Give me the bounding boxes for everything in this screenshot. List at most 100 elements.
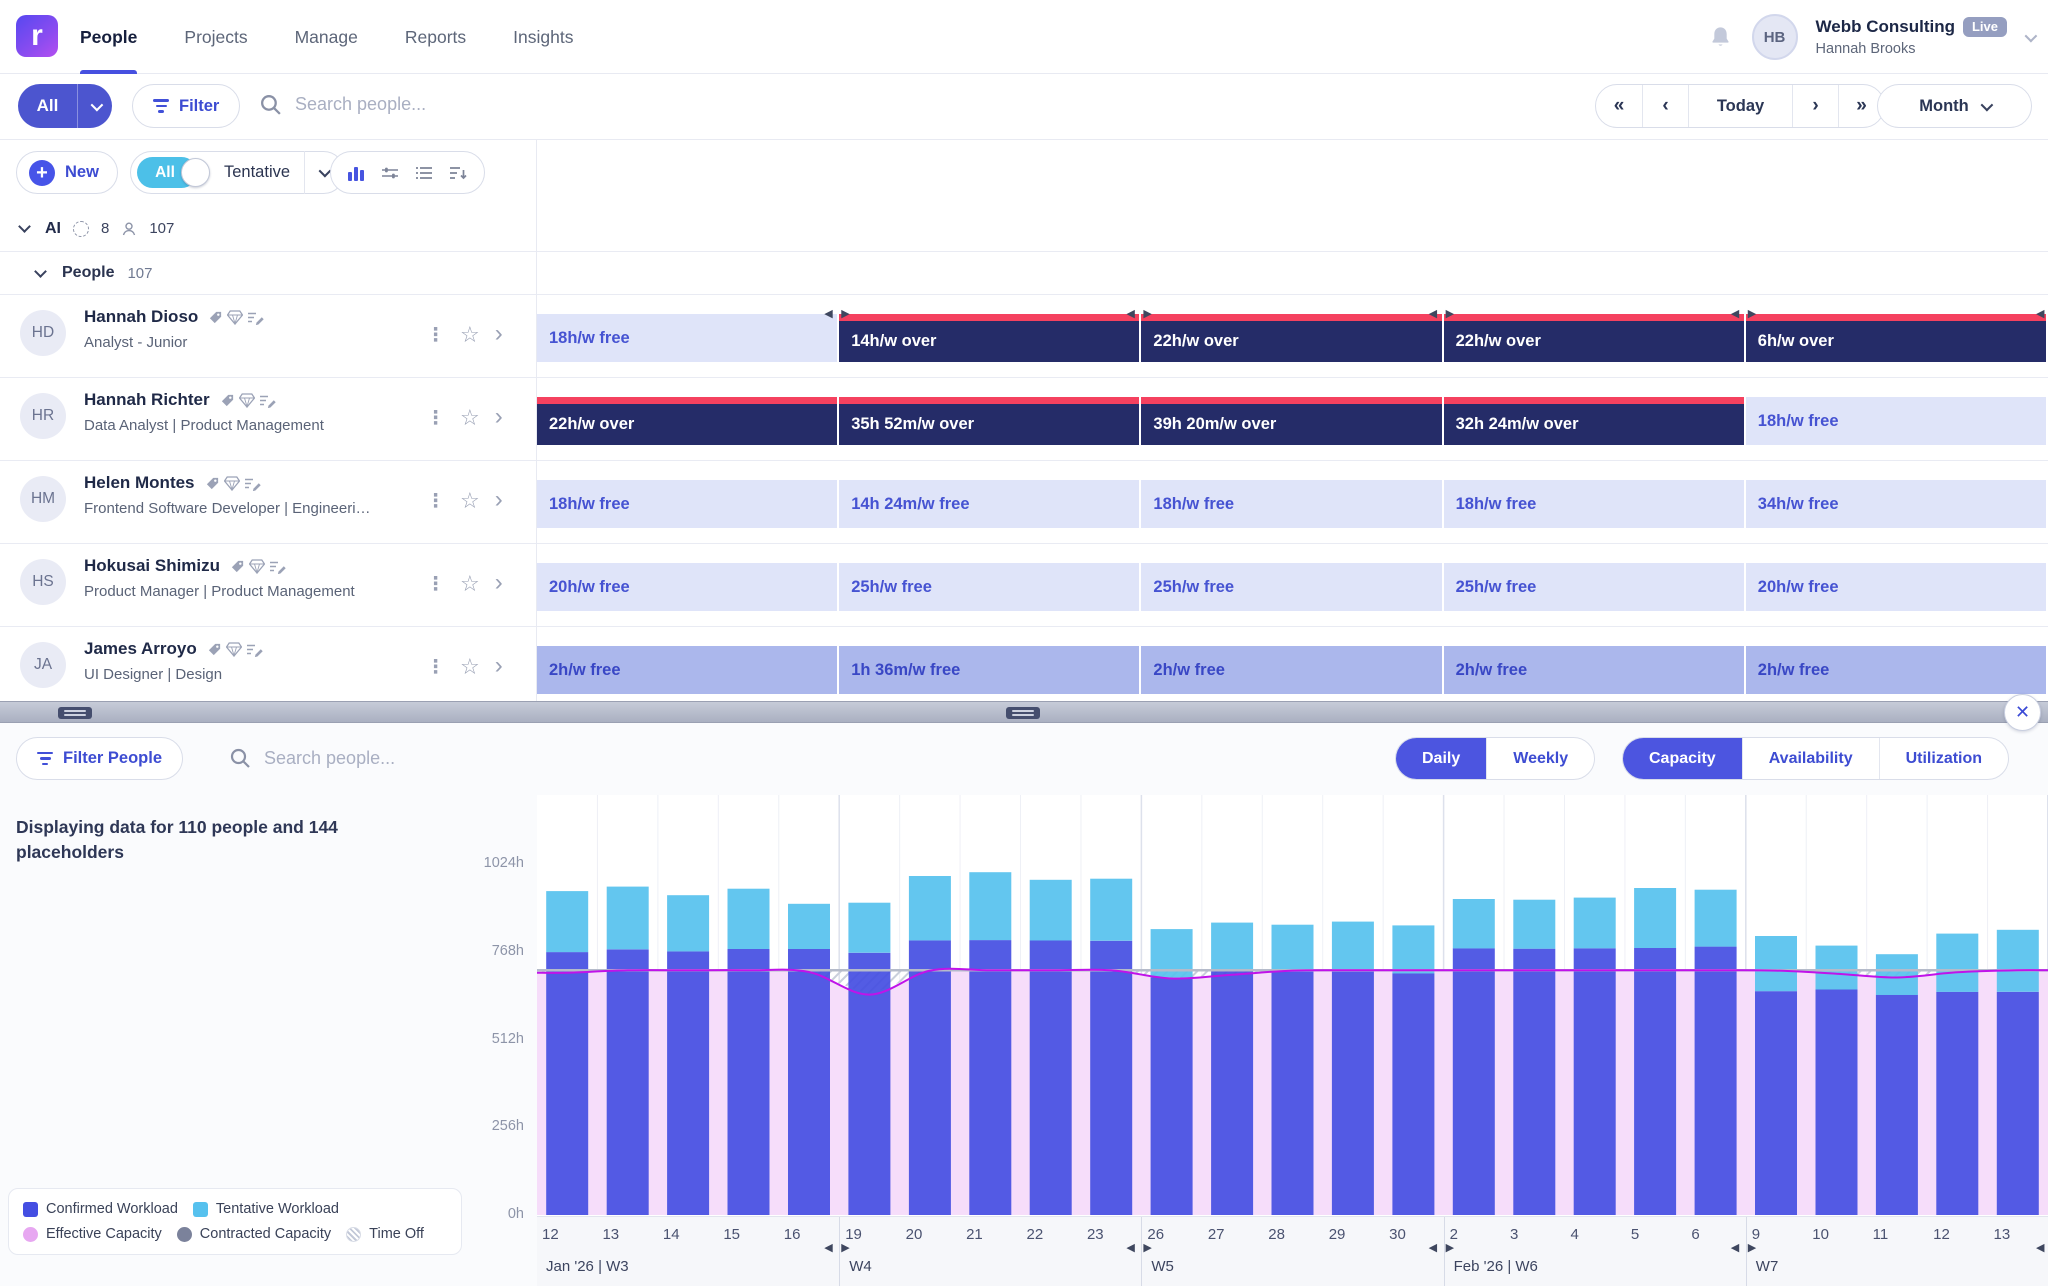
week-scroll-left-icon[interactable]: ◀ — [824, 1241, 833, 1254]
capacity-cell[interactable]: 14h 24m/w free — [839, 480, 1139, 528]
star-icon[interactable]: ☆ — [460, 571, 480, 597]
capacity-cell[interactable]: 34h/w free — [1746, 480, 2046, 528]
capacity-cell[interactable]: 22h/w over — [537, 397, 837, 445]
week-scroll-left-icon[interactable]: ◀ — [2036, 1241, 2045, 1254]
week-scroll-right-icon[interactable]: ▶ — [841, 307, 850, 320]
star-icon[interactable]: ☆ — [460, 322, 480, 348]
kebab-menu-icon[interactable]: ⋮ — [426, 573, 445, 596]
chevron-right-icon[interactable]: › — [495, 654, 503, 678]
tab-availability[interactable]: Availability — [1742, 738, 1879, 779]
capacity-cell[interactable]: 2h/w free — [1141, 646, 1441, 694]
week-scroll-right-icon[interactable]: ▶ — [1143, 1241, 1152, 1254]
sliders-icon[interactable] — [381, 165, 399, 181]
bar-chart-icon[interactable] — [347, 165, 365, 181]
capacity-cell[interactable]: 2h/w free — [1746, 646, 2046, 694]
person-row-hannah-dioso[interactable]: HDHannah DiosoAnalyst - Junior⋮☆›18h/w f… — [0, 295, 2048, 378]
person-name[interactable]: Hannah Dioso — [84, 307, 264, 327]
star-icon[interactable]: ☆ — [460, 405, 480, 431]
week-scroll-right-icon[interactable]: ▶ — [841, 1241, 850, 1254]
capacity-cell[interactable]: 39h 20m/w over — [1141, 397, 1441, 445]
new-button[interactable]: + New — [16, 151, 118, 194]
filter-button[interactable]: Filter — [132, 84, 240, 128]
capacity-cell[interactable]: 25h/w free — [1444, 563, 1744, 611]
capacity-cell[interactable]: 14h/w over — [839, 314, 1139, 362]
list-icon[interactable] — [415, 165, 433, 181]
capacity-cell[interactable]: 35h 52m/w over — [839, 397, 1139, 445]
capacity-cell[interactable]: 25h/w free — [1141, 563, 1441, 611]
capacity-cell[interactable]: 20h/w free — [537, 563, 837, 611]
person-name[interactable]: Hokusai Shimizu — [84, 556, 286, 576]
week-scroll-left-icon[interactable]: ◀ — [1126, 307, 1135, 320]
person-row-hannah-richter[interactable]: HRHannah RichterData Analyst | Product M… — [0, 378, 2048, 461]
tab-projects[interactable]: Projects — [184, 0, 247, 74]
splitter-grip[interactable] — [58, 707, 92, 719]
account-chevron-down-icon[interactable] — [2025, 29, 2038, 42]
capacity-cell[interactable]: 18h/w free — [1444, 480, 1744, 528]
tab-weekly[interactable]: Weekly — [1486, 738, 1594, 779]
tab-insights[interactable]: Insights — [513, 0, 573, 74]
view-granularity-select[interactable]: Month — [1877, 84, 2032, 128]
toggle-knob[interactable] — [181, 158, 210, 187]
chevron-right-icon[interactable]: › — [495, 405, 503, 429]
week-scroll-right-icon[interactable]: ▶ — [1748, 307, 1757, 320]
week-scroll-right-icon[interactable]: ▶ — [1446, 1241, 1455, 1254]
bell-icon[interactable] — [1707, 24, 1734, 51]
avatar[interactable]: HM — [20, 476, 66, 522]
search-input[interactable] — [295, 94, 625, 115]
chevron-right-icon[interactable]: › — [495, 571, 503, 595]
pager-first-button[interactable]: « — [1596, 85, 1642, 127]
pager-today-button[interactable]: Today — [1688, 85, 1792, 127]
tab-daily[interactable]: Daily — [1396, 738, 1486, 779]
capacity-cell[interactable]: 1h 36m/w free — [839, 646, 1139, 694]
sort-list-icon[interactable] — [449, 165, 468, 181]
chevron-right-icon[interactable]: › — [495, 488, 503, 512]
chevron-right-icon[interactable]: › — [495, 322, 503, 346]
tab-people[interactable]: People — [80, 0, 137, 74]
people-group-row[interactable]: People 107 — [0, 252, 2048, 295]
capacity-cell[interactable]: 22h/w over — [1444, 314, 1744, 362]
splitter-grip[interactable] — [1006, 707, 1040, 719]
capacity-cell[interactable]: 25h/w free — [839, 563, 1139, 611]
kebab-menu-icon[interactable]: ⋮ — [426, 656, 445, 679]
team-group-row[interactable]: AI 8 107 — [0, 206, 2048, 252]
panel-search-input[interactable] — [264, 748, 594, 769]
panel-splitter[interactable] — [0, 701, 2048, 723]
account-info[interactable]: Webb Consulting Live Hannah Brooks — [1816, 16, 2007, 57]
capacity-cell[interactable]: 20h/w free — [1746, 563, 2046, 611]
pager-prev-button[interactable]: ‹ — [1642, 85, 1688, 127]
week-scroll-left-icon[interactable]: ◀ — [2036, 307, 2045, 320]
week-scroll-left-icon[interactable]: ◀ — [1731, 1241, 1740, 1254]
avatar[interactable]: HS — [20, 559, 66, 605]
app-logo[interactable]: r — [16, 15, 58, 57]
tentative-toggle[interactable]: All Tentative — [130, 151, 345, 194]
tab-capacity[interactable]: Capacity — [1623, 738, 1742, 779]
capacity-cell[interactable]: 6h/w over — [1746, 314, 2046, 362]
kebab-menu-icon[interactable]: ⋮ — [426, 490, 445, 513]
person-row-hokusai-shimizu[interactable]: HSHokusai ShimizuProduct Manager | Produ… — [0, 544, 2048, 627]
week-scroll-left-icon[interactable]: ◀ — [1731, 307, 1740, 320]
tab-reports[interactable]: Reports — [405, 0, 466, 74]
tab-utilization[interactable]: Utilization — [1879, 738, 2008, 779]
capacity-cell[interactable]: 18h/w free — [1746, 397, 2046, 445]
capacity-cell[interactable]: 22h/w over — [1141, 314, 1441, 362]
week-scroll-right-icon[interactable]: ▶ — [1748, 1241, 1757, 1254]
scope-dropdown-button[interactable]: All — [18, 84, 112, 128]
capacity-cell[interactable]: 32h 24m/w over — [1444, 397, 1744, 445]
person-row-james-arroyo[interactable]: JAJames ArroyoUI Designer | Design⋮☆›2h/… — [0, 627, 2048, 701]
person-row-helen-montes[interactable]: HMHelen MontesFrontend Software Develope… — [0, 461, 2048, 544]
person-name[interactable]: Hannah Richter — [84, 390, 276, 410]
week-scroll-right-icon[interactable]: ▶ — [1446, 307, 1455, 320]
collapse-chevron-icon[interactable] — [34, 265, 47, 278]
collapse-chevron-icon[interactable] — [18, 220, 31, 233]
star-icon[interactable]: ☆ — [460, 654, 480, 680]
filter-people-button[interactable]: Filter People — [16, 737, 183, 780]
week-scroll-left-icon[interactable]: ◀ — [1429, 1241, 1438, 1254]
capacity-cell[interactable]: 18h/w free — [537, 314, 837, 362]
person-name[interactable]: Helen Montes — [84, 473, 261, 493]
capacity-cell[interactable]: 18h/w free — [1141, 480, 1441, 528]
close-panel-button[interactable]: ✕ — [2004, 694, 2041, 731]
week-scroll-right-icon[interactable]: ▶ — [1143, 307, 1152, 320]
person-name[interactable]: James Arroyo — [84, 639, 263, 659]
capacity-cell[interactable]: 2h/w free — [537, 646, 837, 694]
pager-next-button[interactable]: › — [1792, 85, 1838, 127]
